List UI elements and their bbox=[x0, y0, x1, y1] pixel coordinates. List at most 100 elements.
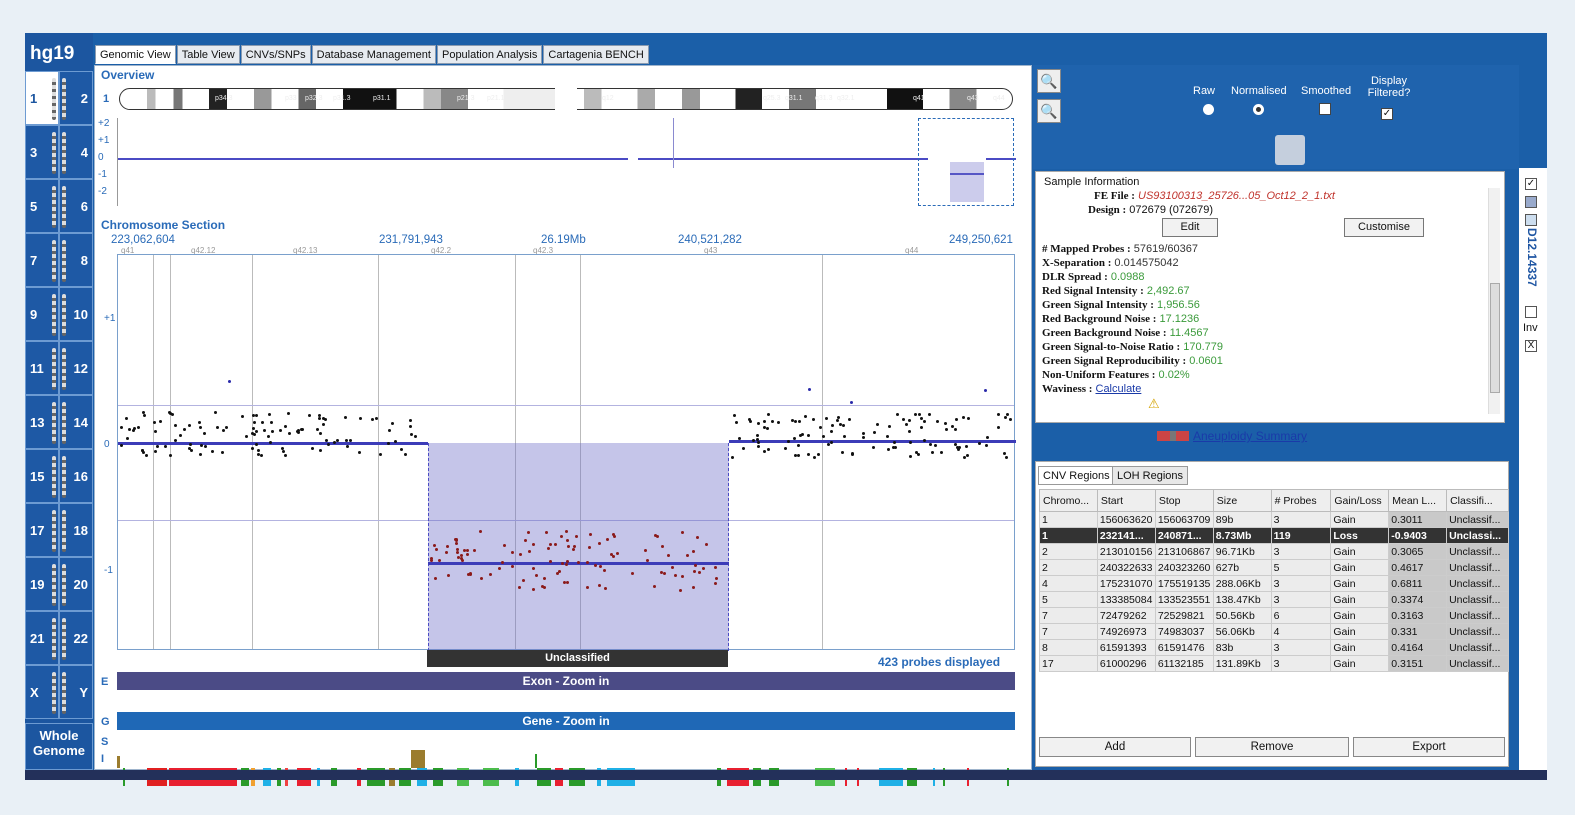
column-header[interactable]: Mean L... bbox=[1388, 489, 1448, 512]
chromosome-button-9[interactable]: 9 bbox=[25, 287, 59, 341]
chromosome-button-14[interactable]: 14 bbox=[59, 395, 93, 449]
raw-radio[interactable] bbox=[1203, 104, 1214, 115]
sample-info-scrollbar[interactable] bbox=[1488, 188, 1500, 414]
table-row[interactable]: 17 61000296 61132185 131.89Kb 3 Gain 0.3151 Unc… bbox=[1039, 655, 1509, 672]
tab-cartagenia-bench[interactable]: Cartagenia BENCH bbox=[543, 45, 649, 64]
chromosome-button-19[interactable]: 19 bbox=[25, 557, 59, 611]
gene-zoom-bar[interactable]: Gene - Zoom in bbox=[117, 712, 1015, 730]
probe-point bbox=[843, 435, 846, 438]
table-row[interactable]: 4 175231070 175519135 288.06Kb 3 Gain 0.6811 Un… bbox=[1039, 575, 1509, 592]
chromosome-number: 4 bbox=[80, 145, 88, 160]
chromosome-button-22[interactable]: 22 bbox=[59, 611, 93, 665]
chromosome-button-11[interactable]: 11 bbox=[25, 341, 59, 395]
chromosome-button-16[interactable]: 16 bbox=[59, 449, 93, 503]
qc-metric-row: DLR Spread : 0.0988 bbox=[1042, 270, 1223, 284]
table-row[interactable]: 7 72479262 72529821 50.56Kb 6 Gain 0.3163 Uncla… bbox=[1039, 607, 1509, 624]
aneuploidy-summary-link[interactable]: Aneuploidy Summary bbox=[1193, 429, 1307, 443]
chromosome-number: 11 bbox=[30, 361, 44, 376]
export-button[interactable]: Export bbox=[1353, 737, 1505, 757]
column-header[interactable]: Classifi... bbox=[1446, 489, 1509, 512]
column-header[interactable]: # Probes bbox=[1270, 489, 1332, 512]
tab-population-analysis[interactable]: Population Analysis bbox=[436, 45, 543, 64]
probe-point bbox=[763, 420, 766, 423]
probe-point bbox=[888, 425, 891, 428]
chromosome-button-5[interactable]: 5 bbox=[25, 179, 59, 233]
qc-metric-value[interactable]: Calculate bbox=[1096, 383, 1142, 395]
tab-database-management[interactable]: Database Management bbox=[311, 45, 436, 64]
whole-genome-button[interactable]: Whole Genome bbox=[25, 723, 93, 770]
column-header[interactable]: Size bbox=[1212, 489, 1272, 512]
column-header[interactable]: Chromo... bbox=[1039, 489, 1098, 512]
table-cell: 61000296 bbox=[1096, 655, 1156, 672]
chromosome-button-18[interactable]: 18 bbox=[59, 503, 93, 557]
sample-info-title: Sample Information bbox=[1044, 176, 1140, 188]
chromosome-button-2[interactable]: 2 bbox=[59, 71, 93, 125]
column-header[interactable]: Gain/Loss bbox=[1330, 489, 1390, 512]
copy-icon[interactable] bbox=[1525, 214, 1537, 226]
display-filtered-checkbox[interactable]: ✓ bbox=[1381, 108, 1393, 120]
overview-chromosome-label: 1 bbox=[103, 93, 110, 105]
tab-table-view[interactable]: Table View bbox=[176, 45, 240, 64]
chromosome-button-10[interactable]: 10 bbox=[59, 287, 93, 341]
overview-plot[interactable]: +2 +1 0 -1 -2 bbox=[98, 118, 1016, 206]
chromosome-section-plot[interactable]: +1 0 -1 bbox=[104, 254, 1016, 651]
zoom-in-icon[interactable]: 🔍 bbox=[1037, 69, 1061, 93]
table-row[interactable]: 1 156063620 156063709 89b 3 Gain 0.3011 Unclass… bbox=[1039, 511, 1509, 528]
chromosome-button-1[interactable]: 1 bbox=[25, 71, 59, 125]
tab-genomic-view[interactable]: Genomic View bbox=[95, 45, 176, 64]
table-row[interactable]: 2 213010156 213106867 96.71Kb 3 Gain 0.3065 Unc… bbox=[1039, 543, 1509, 560]
table-row[interactable]: 7 74926973 74983037 56.06Kb 4 Gain 0.331 Unclas… bbox=[1039, 623, 1509, 640]
tab-cnv-regions[interactable]: CNV Regions bbox=[1038, 466, 1115, 485]
column-header[interactable]: Start bbox=[1096, 489, 1156, 512]
table-row[interactable]: 2 240322633 240323260 627b 5 Gain 0.4617 Unclas… bbox=[1039, 559, 1509, 576]
normalised-radio[interactable] bbox=[1253, 104, 1264, 115]
table-cell: Unclassif... bbox=[1446, 639, 1509, 656]
chromosome-button-13[interactable]: 13 bbox=[25, 395, 59, 449]
chromosome-number: 10 bbox=[73, 307, 88, 322]
grid-line bbox=[118, 405, 1014, 406]
add-button[interactable]: Add bbox=[1039, 737, 1191, 757]
chromosome-button-6[interactable]: 6 bbox=[59, 179, 93, 233]
qc-metric-value: 170.779 bbox=[1183, 341, 1224, 353]
table-cell: 0.4617 bbox=[1388, 559, 1448, 576]
chromosome-button-15[interactable]: 15 bbox=[25, 449, 59, 503]
customise-button[interactable]: Customise bbox=[1344, 218, 1424, 237]
chromosome-button-3[interactable]: 3 bbox=[25, 125, 59, 179]
table-cell: 56.06Kb bbox=[1212, 623, 1272, 640]
chromosome-button-y[interactable]: Y bbox=[59, 665, 93, 719]
chromosome-button-17[interactable]: 17 bbox=[25, 503, 59, 557]
probes-displayed: 423 probes displayed bbox=[878, 655, 1001, 669]
probe-point bbox=[892, 446, 895, 449]
qc-metric-row: # Mapped Probes : 57619/60367 bbox=[1042, 242, 1223, 256]
table-cell: 0.3065 bbox=[1388, 543, 1448, 560]
tab-loh-regions[interactable]: LOH Regions bbox=[1112, 466, 1189, 485]
qc-metric-label: Green Signal-to-Noise Ratio : bbox=[1042, 341, 1181, 353]
probe-point bbox=[145, 454, 148, 457]
close-icon[interactable]: X bbox=[1525, 340, 1537, 352]
column-header[interactable]: Stop bbox=[1154, 489, 1214, 512]
chromosome-button-4[interactable]: 4 bbox=[59, 125, 93, 179]
chromosome-button-x[interactable]: X bbox=[25, 665, 59, 719]
chromosome-button-8[interactable]: 8 bbox=[59, 233, 93, 287]
remove-button[interactable]: Remove bbox=[1195, 737, 1349, 757]
overview-selection-box[interactable] bbox=[918, 118, 1014, 206]
table-row[interactable]: 1 232141... 240871... 8.73Mb 119 Loss -0.9403 U… bbox=[1039, 527, 1509, 544]
table-row[interactable]: 5 133385084 133523551 138.47Kb 3 Gain 0.3374 Un… bbox=[1039, 591, 1509, 608]
side-checkbox[interactable]: ✓ bbox=[1525, 178, 1537, 190]
chromosome-button-7[interactable]: 7 bbox=[25, 233, 59, 287]
chromosome-number: 7 bbox=[30, 253, 38, 268]
chromosome-button-12[interactable]: 12 bbox=[59, 341, 93, 395]
filter-icon[interactable] bbox=[1275, 135, 1305, 165]
exon-zoom-bar[interactable]: Exon - Zoom in bbox=[117, 672, 1015, 690]
tab-cnvs-snps[interactable]: CNVs/SNPs bbox=[240, 45, 311, 64]
cnv-region-highlight[interactable] bbox=[428, 443, 729, 651]
chromosome-button-21[interactable]: 21 bbox=[25, 611, 59, 665]
inv-checkbox[interactable] bbox=[1525, 306, 1537, 318]
table-row[interactable]: 8 61591393 61591476 83b 3 Gain 0.4164 Unclassif… bbox=[1039, 639, 1509, 656]
zoom-out-icon[interactable]: 🔍 bbox=[1037, 99, 1061, 123]
scrollbar-thumb[interactable] bbox=[1490, 283, 1500, 393]
edit-button[interactable]: Edit bbox=[1162, 218, 1218, 237]
save-icon[interactable] bbox=[1525, 196, 1537, 208]
chromosome-button-20[interactable]: 20 bbox=[59, 557, 93, 611]
smoothed-checkbox[interactable] bbox=[1319, 103, 1331, 115]
